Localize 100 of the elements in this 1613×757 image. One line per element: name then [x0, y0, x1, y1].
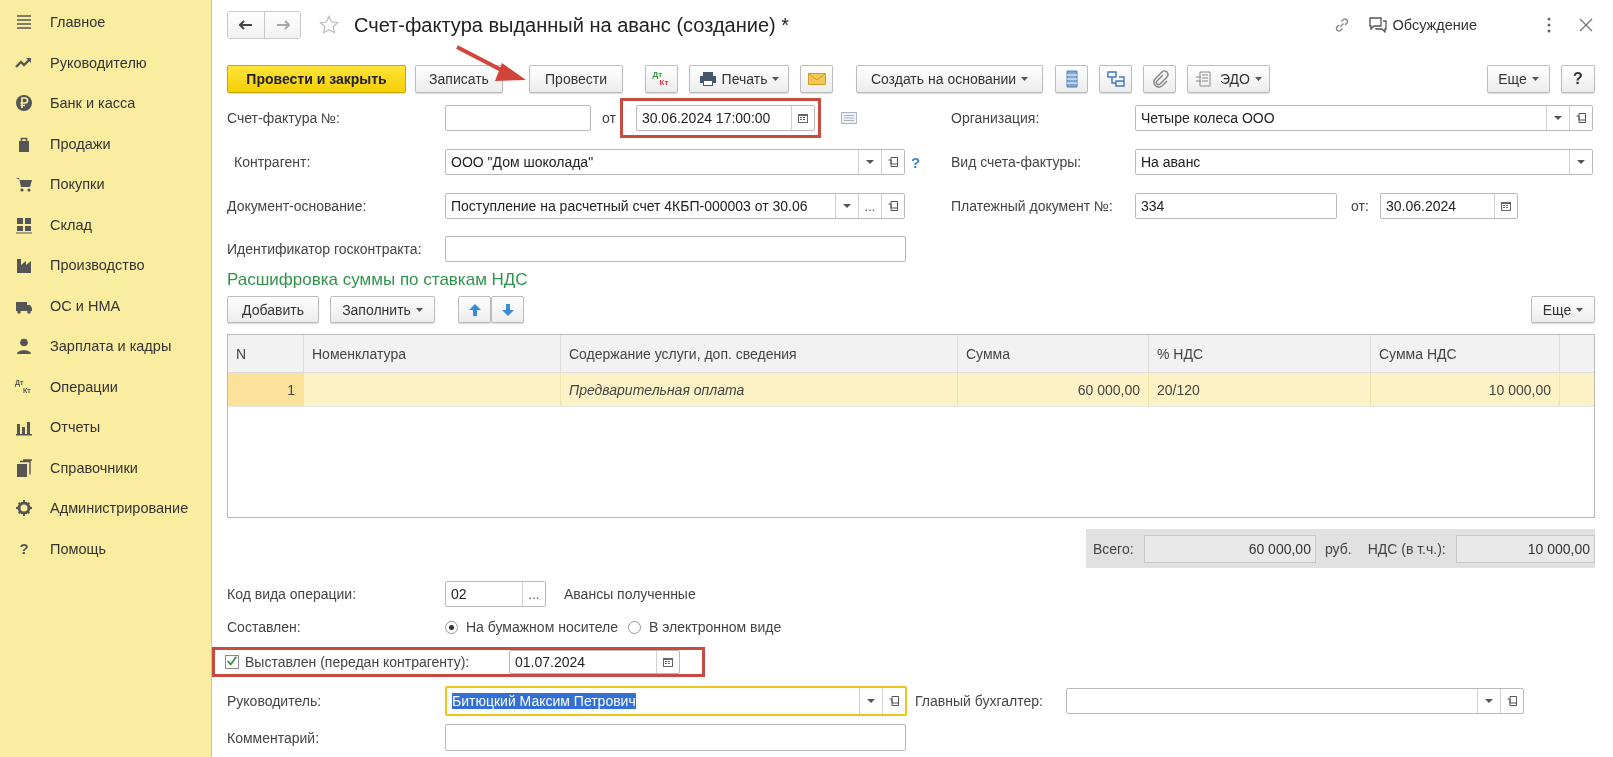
- fill-button[interactable]: Заполнить: [330, 296, 435, 323]
- star-icon[interactable]: [319, 15, 339, 35]
- sidebar-item[interactable]: Руководителю: [0, 42, 211, 83]
- save-button[interactable]: Записать: [415, 65, 503, 93]
- attachment-button[interactable]: [1143, 65, 1176, 93]
- settings-icon: [15, 499, 33, 518]
- column-header[interactable]: % НДС: [1149, 335, 1371, 372]
- base-document-field[interactable]: Поступление на расчетный счет 4КБП-000003 от 30.06 ...: [445, 193, 905, 219]
- open-icon: [889, 696, 899, 706]
- currency-label: руб.: [1324, 540, 1352, 557]
- sidebar-item[interactable]: Склад: [0, 204, 211, 245]
- sidebar-item[interactable]: Производство: [0, 245, 211, 286]
- paperclip-icon: [1150, 70, 1169, 88]
- more-button[interactable]: Еще: [1531, 296, 1595, 323]
- arrow-down-icon: [501, 303, 514, 316]
- printer-icon: [698, 71, 717, 87]
- open-icon: [1507, 696, 1517, 706]
- radio-button[interactable]: [445, 620, 458, 634]
- field-label: Счет-фактура №:: [227, 110, 341, 126]
- radio-option[interactable]: На бумажном носителе: [445, 619, 619, 635]
- sidebar-item[interactable]: Главное: [0, 2, 211, 43]
- checkbox[interactable]: [225, 655, 239, 669]
- structure-button[interactable]: [1055, 65, 1088, 93]
- operation-description: Авансы полученные: [564, 586, 696, 602]
- dropdown-icon: [1485, 699, 1493, 703]
- ruble-coin-icon: [15, 94, 33, 113]
- field-label: от:: [1351, 198, 1370, 214]
- sidebar-item[interactable]: Отчеты: [0, 407, 211, 448]
- sidebar-item[interactable]: Банк и касса: [0, 83, 211, 124]
- field-label: Главный бухгалтер:: [915, 693, 1044, 709]
- calendar-icon: [1501, 201, 1511, 211]
- contract-id-field[interactable]: [445, 236, 906, 262]
- invoice-type-field[interactable]: На аванс: [1135, 149, 1593, 175]
- table-cell: 60 000,00: [958, 373, 1149, 406]
- post-button[interactable]: Провести: [529, 65, 623, 93]
- help-icon: ?: [15, 539, 33, 558]
- add-button[interactable]: Добавить: [227, 296, 319, 323]
- organization-field[interactable]: Четыре колеса ООО: [1135, 105, 1593, 131]
- help-link[interactable]: ?: [911, 153, 921, 171]
- operation-code-field[interactable]: 02 ...: [445, 581, 546, 607]
- dropdown-icon: [1577, 160, 1585, 164]
- envelope-icon: [807, 73, 826, 85]
- payment-number-field[interactable]: 334: [1135, 193, 1337, 219]
- sidebar-item[interactable]: ОС и НМА: [0, 285, 211, 326]
- column-header[interactable]: N: [228, 335, 304, 372]
- dropdown-icon: [866, 160, 874, 164]
- sidebar-item[interactable]: Справочники: [0, 447, 211, 488]
- grid-icon: [15, 215, 33, 234]
- sidebar-item[interactable]: Покупки: [0, 164, 211, 205]
- radio-option[interactable]: В электронном виде: [628, 619, 782, 635]
- back-button[interactable]: [228, 12, 264, 38]
- menu-icon: [15, 13, 33, 32]
- print-button[interactable]: Печать: [689, 65, 789, 93]
- sidebar-item[interactable]: Зарплата и кадры: [0, 326, 211, 367]
- field-label: Комментарий:: [227, 729, 321, 746]
- discussion-button[interactable]: Обсуждение: [1368, 17, 1477, 33]
- more-button[interactable]: Еще: [1487, 65, 1550, 93]
- column-header[interactable]: Сумма: [958, 335, 1149, 372]
- sidebar-item[interactable]: Администрирование: [0, 488, 211, 529]
- open-icon: [1576, 113, 1586, 123]
- list-icon[interactable]: [840, 112, 857, 124]
- move-up-button[interactable]: [458, 296, 491, 323]
- move-down-button[interactable]: [491, 296, 524, 323]
- column-header[interactable]: Сумма НДС: [1371, 335, 1560, 372]
- column-header[interactable]: Содержание услуги, доп. сведения: [561, 335, 958, 372]
- date-field[interactable]: 30.06.2024: [1380, 193, 1518, 219]
- date-field[interactable]: 01.07.2024: [509, 650, 680, 674]
- column-header[interactable]: Номенклатура: [304, 335, 561, 372]
- window-title: Счет-фактура выданный на аванс (создание) *: [354, 13, 790, 37]
- counterparty-field[interactable]: ООО "Дом шоколада": [445, 149, 905, 175]
- comment-field[interactable]: [445, 724, 906, 751]
- select-button[interactable]: ...: [858, 194, 881, 218]
- field-label: Вид счета-фактуры:: [951, 154, 1083, 170]
- radio-button[interactable]: [628, 620, 642, 634]
- more-options-icon[interactable]: [1547, 17, 1551, 33]
- table-cell: Предварительная оплата: [561, 373, 958, 406]
- hierarchy-button[interactable]: [1099, 65, 1132, 93]
- date-field[interactable]: 30.06.2024 17:00:00: [635, 105, 815, 131]
- debit-credit-button[interactable]: Дт Кт: [645, 65, 678, 93]
- caret-icon: [415, 307, 423, 312]
- manager-field[interactable]: Битюцкий Максим Петрович: [445, 686, 907, 716]
- open-icon: [888, 201, 898, 211]
- field-label: Идентификатор госконтракта:: [227, 241, 423, 257]
- invoice-number-field[interactable]: [445, 105, 591, 131]
- chat-bubbles-icon: [1368, 17, 1387, 33]
- table-cell: 10 000,00: [1371, 373, 1560, 406]
- edo-button[interactable]: ЭДО: [1187, 65, 1270, 93]
- close-icon[interactable]: [1579, 18, 1593, 32]
- chief-accountant-field[interactable]: [1066, 688, 1524, 714]
- caret-icon: [1021, 77, 1029, 81]
- factory-icon: [15, 256, 33, 275]
- post-and-close-button[interactable]: Провести и закрыть: [227, 65, 406, 93]
- create-based-on-button[interactable]: Создать на основании: [856, 65, 1043, 93]
- sidebar-item[interactable]: Продажи: [0, 123, 211, 164]
- select-button[interactable]: ...: [522, 582, 545, 606]
- email-button[interactable]: [800, 65, 833, 93]
- help-button[interactable]: ?: [1561, 65, 1595, 93]
- caret-icon: [1255, 77, 1262, 81]
- section-title: Расшифровка суммы по ставкам НДС: [227, 270, 528, 289]
- sidebar-item[interactable]: ? Помощь: [0, 528, 211, 569]
